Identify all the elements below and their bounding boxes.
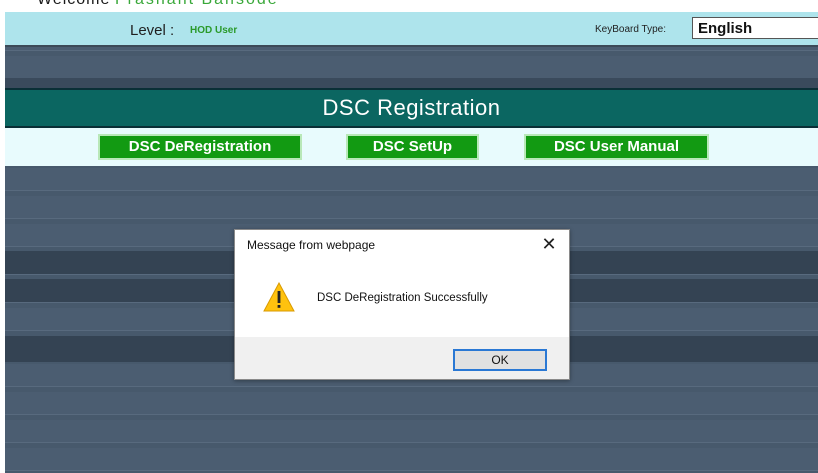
welcome-text: Welcome [37,0,110,9]
dialog-footer: OK [235,337,569,379]
action-menu-bar: DSC DeRegistration DSC SetUp DSC User Ma… [5,128,818,166]
page-title-bar: DSC Registration [5,88,818,128]
dialog-title: Message from webpage [247,238,376,252]
ok-button[interactable]: OK [453,349,547,371]
dsc-deregistration-button[interactable]: DSC DeRegistration [98,134,302,160]
keyboard-type-select[interactable]: English [692,17,818,39]
dialog-message: DSC DeRegistration Successfully [317,292,488,304]
level-label: Level : [130,22,175,39]
page-title: DSC Registration [322,95,501,120]
top-info-bar: Level : HOD User KeyBoard Type: English [5,12,818,47]
divider-band [5,78,818,88]
message-dialog: Message from webpage ✕ DSC DeRegistratio… [234,229,570,380]
close-icon[interactable]: ✕ [539,234,559,255]
welcome-strip: Welcome Prashant Bansode [5,0,818,12]
warning-icon [263,282,295,312]
level-value: HOD User [190,25,238,36]
welcome-user-name: Prashant Bansode [115,0,279,9]
dsc-setup-button[interactable]: DSC SetUp [346,134,479,160]
dsc-user-manual-button[interactable]: DSC User Manual [524,134,709,160]
keyboard-type-label: KeyBoard Type: [595,24,666,35]
